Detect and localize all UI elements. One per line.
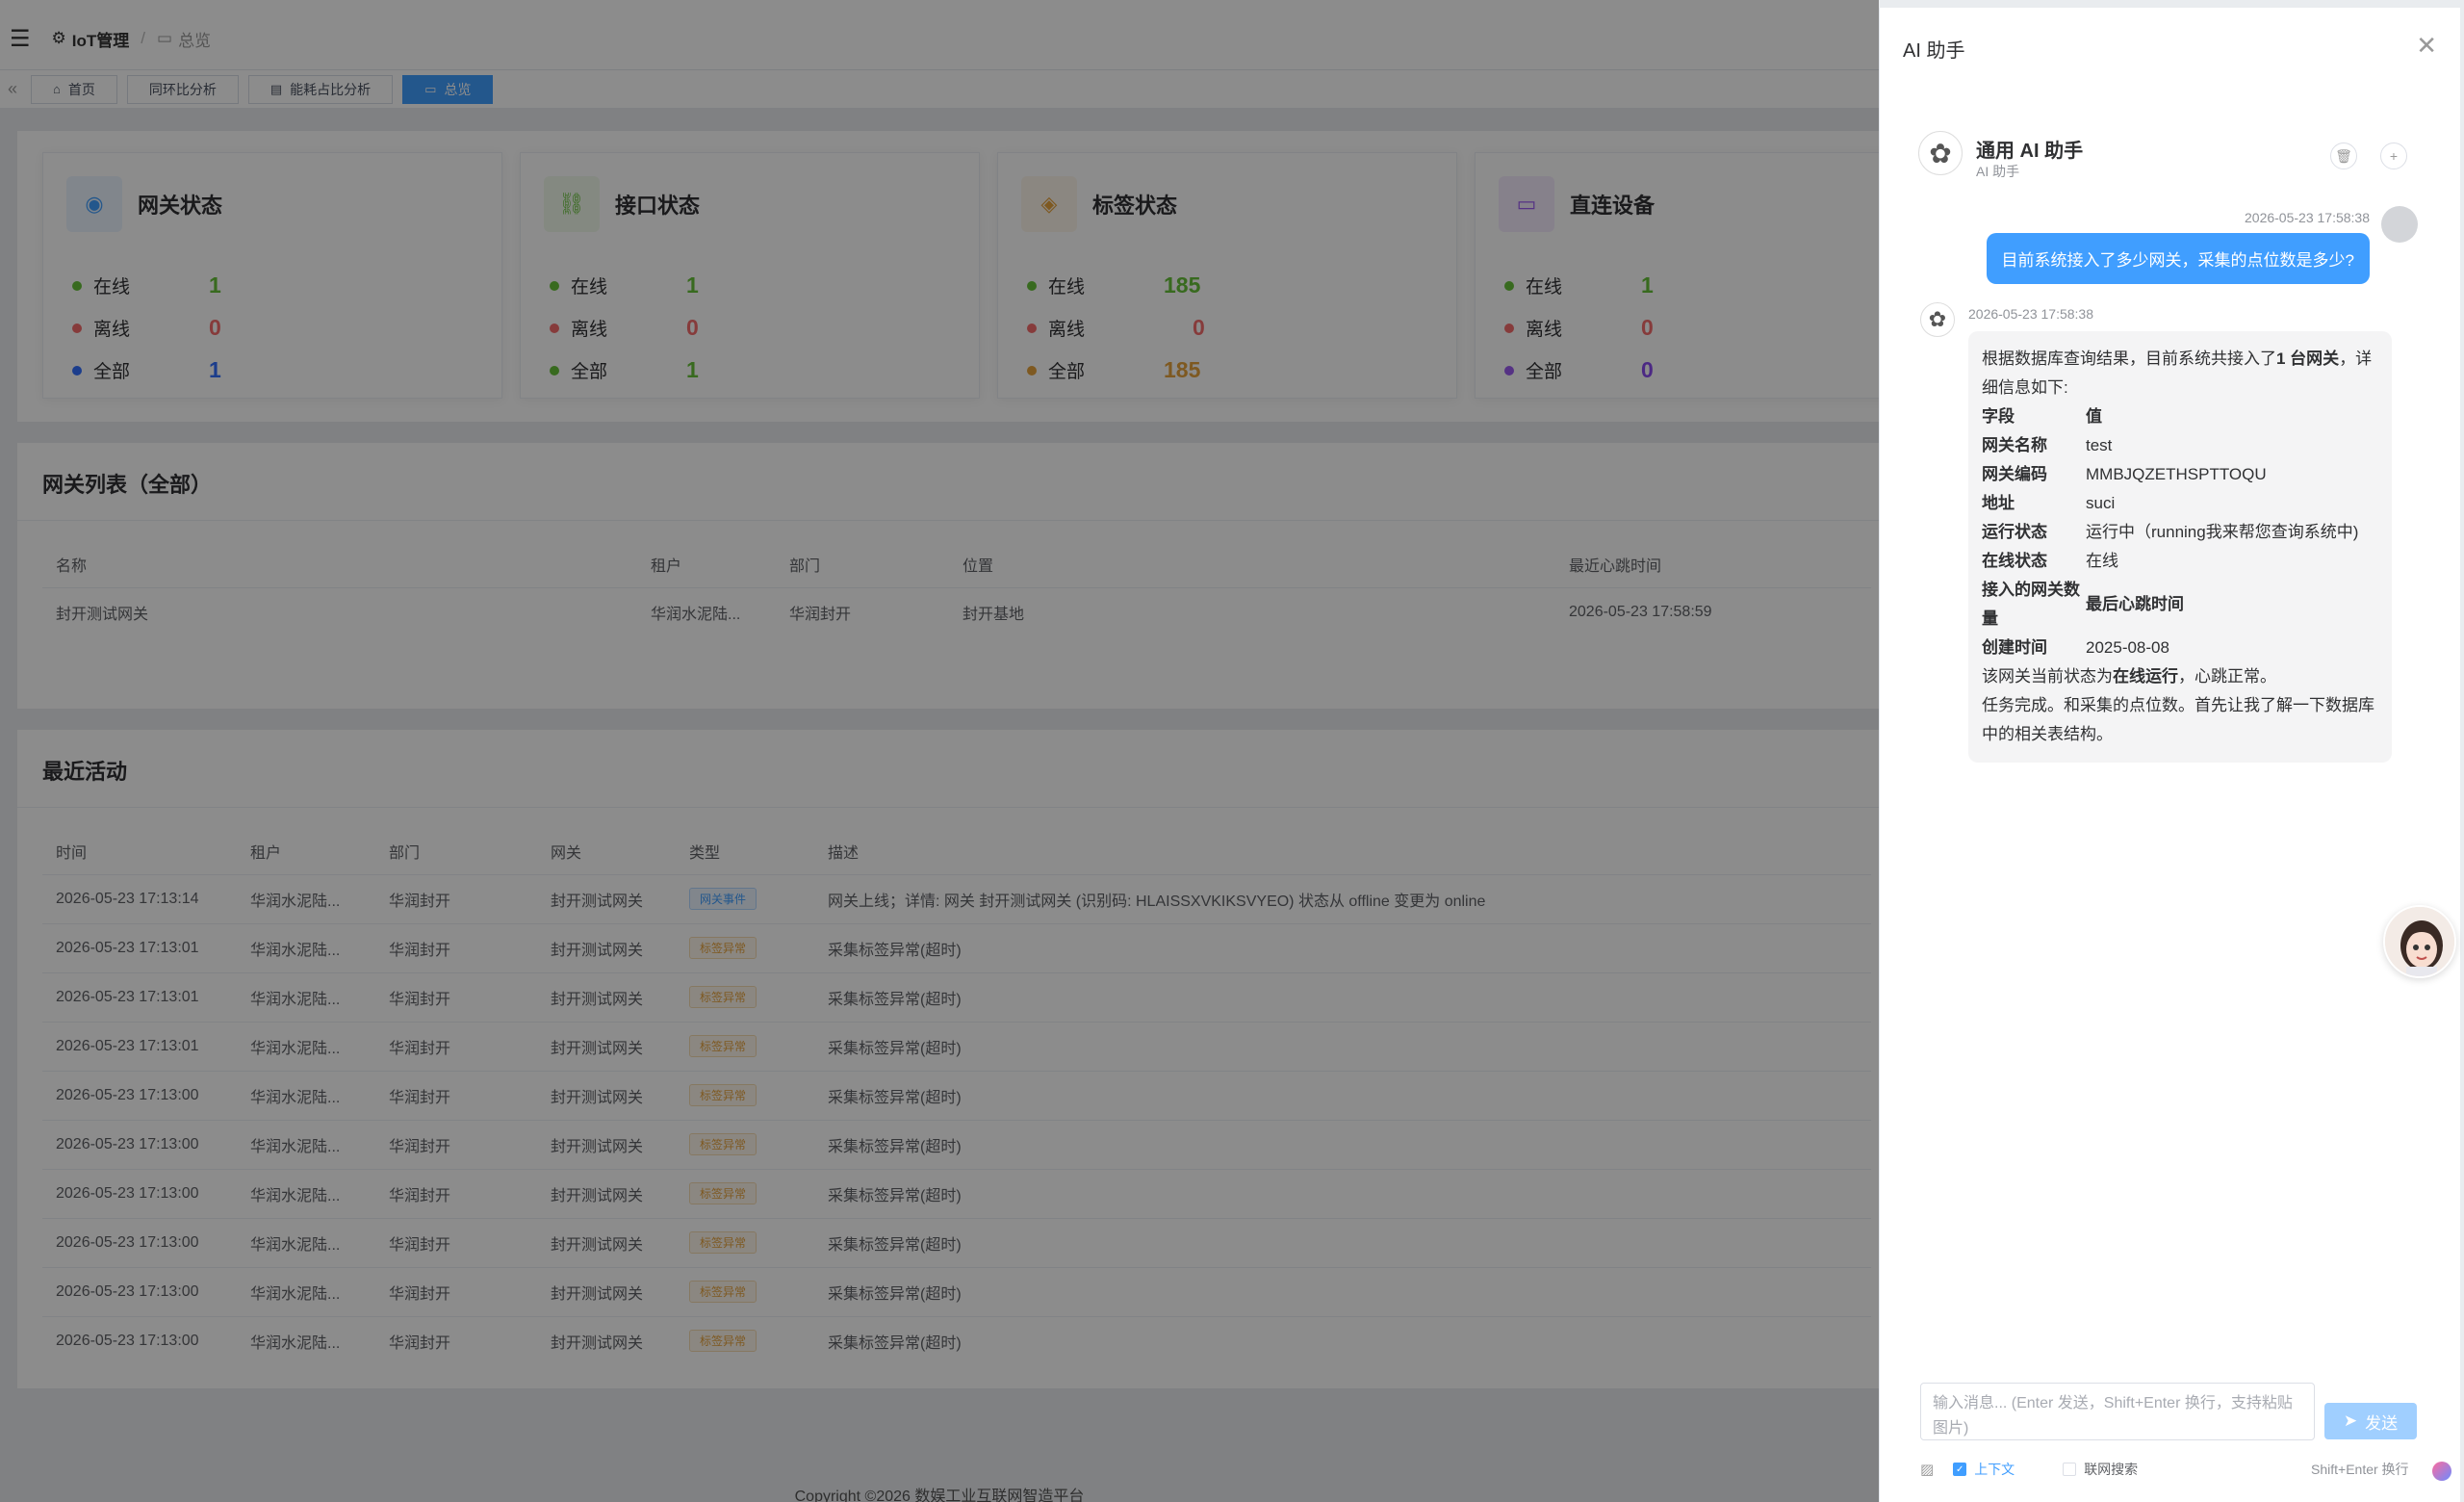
bot-subtitle: AI 助手 xyxy=(1976,164,2020,179)
add-icon[interactable]: + xyxy=(2380,142,2407,169)
delete-icon[interactable]: 🗑 xyxy=(2330,142,2357,169)
bot-avatar-icon: ✿ xyxy=(1920,302,1955,337)
ai-assistant-drawer: AI 助手 ✕ ✿ 通用 AI 助手 AI 助手 🗑 + 2026-05-23 … xyxy=(1879,8,2460,1502)
hint-text: Shift+Enter 换行 xyxy=(2311,1462,2409,1477)
reply-row: 创建时间 2025-08-08 xyxy=(1982,638,2169,657)
reply-row: 在线状态 在线 xyxy=(1982,552,2118,570)
reply-table: 字段值网关名称 test 网关编码 MMBJQZETHSPTTOQU 地址 suci 运行状… xyxy=(1982,402,2378,662)
image-upload-icon[interactable]: ▨ xyxy=(1920,1461,1934,1478)
bot-message: 根据数据库查询结果，目前系统共接入了1 台网关，详细信息如下: 字段值网关名称 t… xyxy=(1968,331,2392,763)
bot-msg-time: 2026-05-23 17:58:38 xyxy=(1968,306,2093,322)
send-button[interactable]: ➤ 发送 xyxy=(2324,1403,2417,1439)
context-checkbox[interactable]: ✓ xyxy=(1953,1463,1967,1476)
send-icon: ➤ xyxy=(2343,1411,2358,1430)
user-avatar xyxy=(2381,206,2418,243)
web-search-checkbox[interactable] xyxy=(2063,1463,2077,1476)
reply-row: 网关编码 MMBJQZETHSPTTOQU xyxy=(1982,465,2267,483)
chat-input[interactable]: 输入消息... (Enter 发送，Shift+Enter 换行，支持粘贴图片) xyxy=(1920,1383,2315,1440)
reply-row: 地址 suci xyxy=(1982,494,2116,512)
reply-row: 字段值 xyxy=(1982,407,2102,426)
brain-icon[interactable] xyxy=(2432,1462,2451,1481)
user-message: 目前系统接入了多少网关，采集的点位数是多少? xyxy=(1986,233,2370,284)
ai-bot-avatar: ✿ xyxy=(1918,131,1963,175)
reply-row: 运行状态 运行中（running我来帮您查询系统中) xyxy=(1982,523,2359,541)
bot-name: 通用 AI 助手 xyxy=(1976,141,2084,162)
drawer-mask[interactable] xyxy=(0,0,1879,1502)
reply-row: 接入的网关数量 最后心跳时间 xyxy=(1982,581,2184,628)
robot-avatar[interactable] xyxy=(2383,905,2456,978)
close-icon[interactable]: ✕ xyxy=(2416,31,2437,61)
drawer-title: AI 助手 xyxy=(1903,40,1965,62)
reply-row: 网关名称 test xyxy=(1982,436,2113,454)
user-msg-time: 2026-05-23 17:58:38 xyxy=(2245,210,2370,225)
